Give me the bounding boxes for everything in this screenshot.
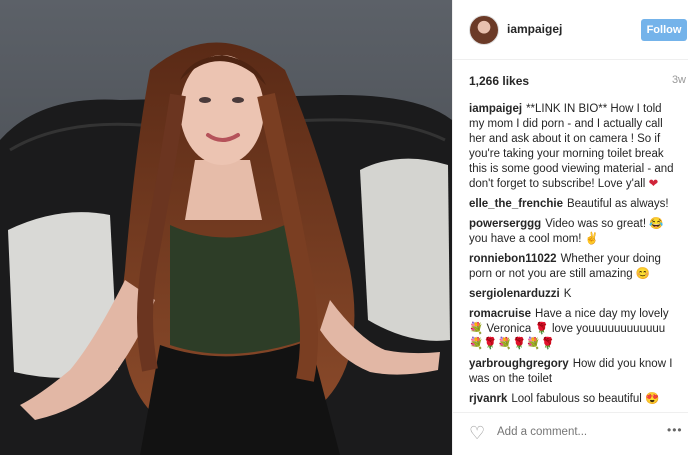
like-heart-icon[interactable]: ♡	[469, 424, 485, 442]
post-photo[interactable]	[0, 0, 452, 455]
avatar[interactable]	[469, 15, 499, 45]
comment: yarbroughgregory How did you know I was o…	[469, 357, 679, 387]
comment: romacruise Have a nice day my lovely 💐 Ve…	[469, 307, 679, 352]
comment-text: Beautiful as always!	[566, 198, 669, 210]
photo-illustration	[0, 0, 452, 455]
comment-username[interactable]: yarbroughgregory	[469, 358, 569, 370]
heart-emoji-icon: ❤	[648, 178, 659, 190]
post-header: iampaigej Follow	[453, 0, 688, 60]
comment: powerserggg Video was so great! 😂 you hav…	[469, 217, 679, 247]
add-comment-input[interactable]	[495, 425, 639, 439]
likes-count[interactable]: 1,266 likes	[469, 74, 529, 88]
comment: iampaigej **LINK IN BIO** How I told my m…	[469, 102, 679, 192]
comment-footer: ♡ •••	[453, 412, 688, 455]
comment-list: iampaigej **LINK IN BIO** How I told my m…	[469, 102, 679, 412]
comment-username[interactable]: romacruise	[469, 308, 531, 320]
comment: rjvanrk Lool fabulous so beautiful 😍	[469, 392, 679, 407]
comment-username[interactable]: rjvanrk	[469, 393, 507, 405]
author-username[interactable]: iampaigej	[507, 22, 562, 36]
comment-username[interactable]: iampaigej	[469, 103, 522, 115]
comment-text: K	[563, 288, 572, 300]
more-options-icon[interactable]: •••	[667, 423, 683, 437]
comment: ronniebon11022 Whether your doing porn or…	[469, 252, 679, 282]
follow-button[interactable]: Follow	[641, 19, 687, 41]
comment-username[interactable]: ronniebon11022	[469, 253, 557, 265]
comment: elle_the_frenchie Beautiful as always!	[469, 197, 679, 212]
comment-text: **LINK IN BIO** How I told my mom I did …	[469, 103, 674, 190]
comment-text: Lool fabulous so beautiful 😍	[511, 393, 660, 405]
comment: sergiolenarduzzi K	[469, 287, 679, 302]
victory-hand-icon: ✌	[584, 233, 600, 245]
comment-username[interactable]: elle_the_frenchie	[469, 198, 563, 210]
post-age[interactable]: 3w	[672, 74, 686, 86]
comment-username[interactable]: sergiolenarduzzi	[469, 288, 560, 300]
smile-emoji-icon: 😊	[635, 268, 651, 280]
post-sidebar: iampaigej Follow 1,266 likes 3w iampaige…	[452, 0, 688, 455]
comment-username[interactable]: powerserggg	[469, 218, 541, 230]
